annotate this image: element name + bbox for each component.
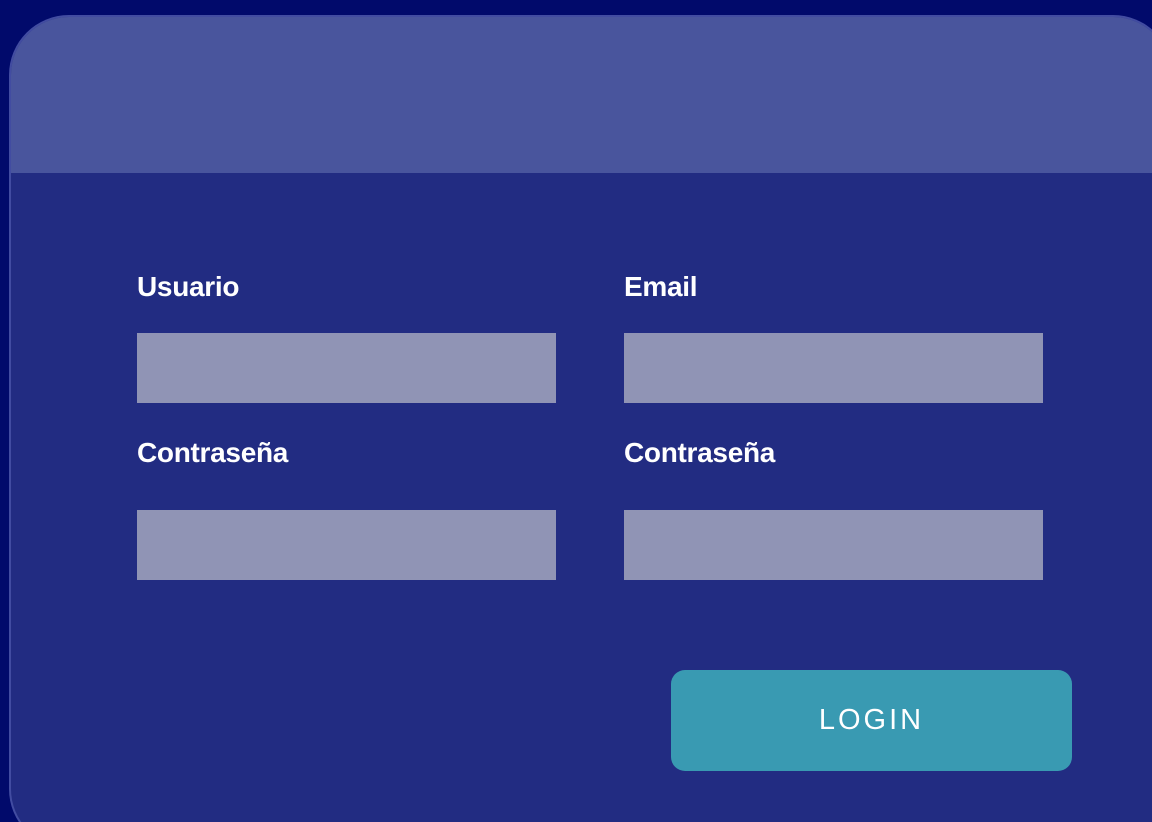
email-label: Email	[624, 271, 698, 302]
password-confirm-label: Contraseña	[624, 437, 776, 468]
username-input[interactable]	[137, 333, 556, 403]
login-card: Usuario Email Contraseña Contraseña LOGI…	[11, 17, 1152, 822]
username-label: Usuario	[137, 271, 240, 302]
password-confirm-input[interactable]	[624, 510, 1043, 580]
password-input[interactable]	[137, 510, 556, 580]
email-input[interactable]	[624, 333, 1043, 403]
login-button[interactable]: LOGIN	[671, 670, 1072, 771]
password-label: Contraseña	[137, 437, 289, 468]
card-header	[11, 17, 1152, 173]
